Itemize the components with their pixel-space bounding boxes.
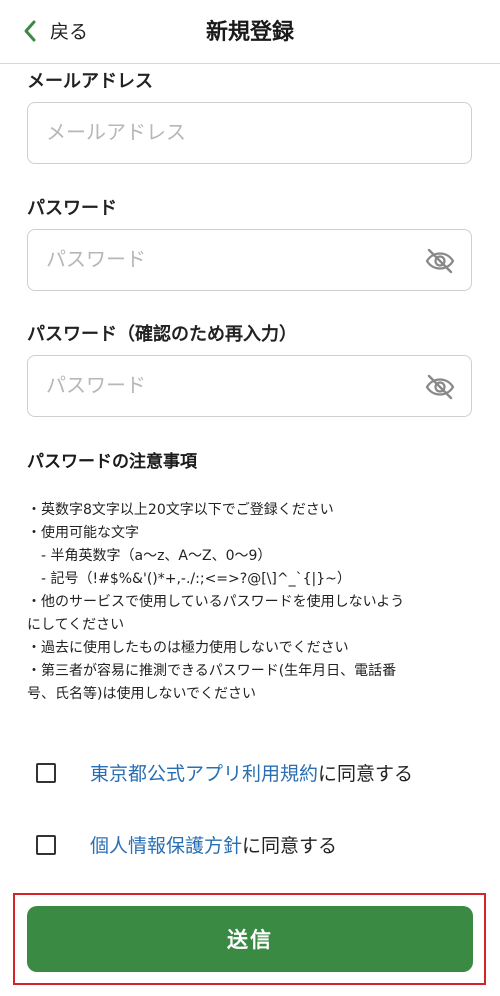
eye-off-icon[interactable] [425, 248, 455, 274]
password-confirm-label: パスワード（確認のため再入力） [27, 324, 297, 345]
terms-link[interactable]: 東京都公式アプリ利用規約 [90, 763, 318, 785]
terms-agreement: 東京都公式アプリ利用規約に同意する [36, 759, 413, 786]
email-label: メールアドレス [27, 71, 153, 92]
password-notes-title: パスワードの注意事項 [27, 452, 197, 472]
note-line: - 半角英数字（a〜z、A〜Z、0〜9） [27, 548, 272, 564]
note-line: ・過去に使用したものは極力使用しないでください [27, 640, 349, 656]
note-line: ・使用可能な文字 [27, 525, 139, 541]
password-label: パスワード [27, 198, 117, 219]
note-line: ・英数字8文字以上20文字以下でご登録ください [27, 502, 334, 518]
page-title: 新規登録 [205, 20, 294, 45]
email-field[interactable] [28, 103, 406, 161]
privacy-agreement-text: 個人情報保護方針に同意する [90, 831, 337, 858]
password-notes: ・英数字8文字以上20文字以下でご登録ください ・使用可能な文字 - 半角英数字… [27, 499, 477, 706]
submit-button[interactable]: 送信 [27, 906, 473, 972]
password-confirm-field[interactable] [28, 356, 406, 414]
note-line: にしてください [27, 617, 125, 633]
note-line: ・他のサービスで使用しているパスワードを使用しないよう [27, 594, 405, 610]
note-line: ・第三者が容易に推測できるパスワード(生年月日、電話番 [27, 663, 397, 679]
terms-checkbox[interactable] [36, 762, 56, 783]
privacy-link[interactable]: 個人情報保護方針 [90, 835, 242, 857]
header: 戻る 新規登録 [0, 0, 500, 64]
eye-off-icon[interactable] [425, 374, 455, 400]
terms-agreement-text: 東京都公式アプリ利用規約に同意する [90, 759, 413, 786]
note-line: 号、氏名等)は使用しないでください [27, 686, 257, 702]
note-line: - 記号（!#$%&'()*+,-./:;<=>?@[\]^_`{|}~） [27, 571, 351, 587]
password-field[interactable] [28, 230, 406, 288]
privacy-checkbox[interactable] [36, 834, 56, 855]
password-confirm-field-box [27, 355, 472, 417]
password-field-box [27, 229, 472, 291]
email-field-box [27, 102, 472, 164]
privacy-suffix: に同意する [242, 835, 338, 857]
terms-suffix: に同意する [318, 763, 414, 785]
privacy-agreement: 個人情報保護方針に同意する [36, 831, 337, 858]
